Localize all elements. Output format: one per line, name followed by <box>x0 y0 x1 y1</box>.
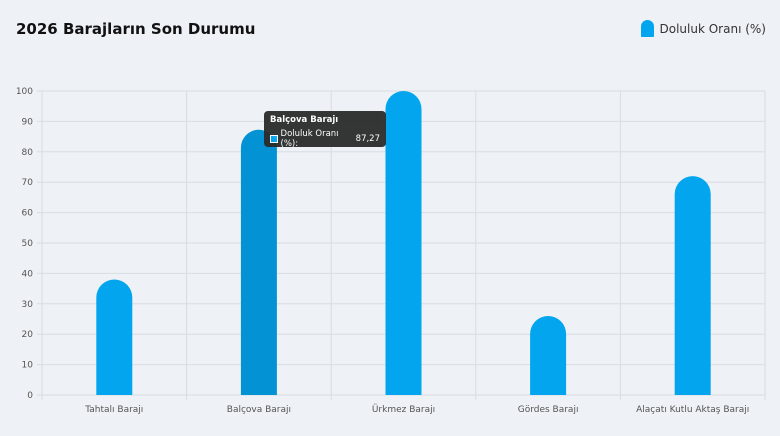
bar-chart: 0 10 20 30 40 50 60 70 80 90 100 Tahtalı Barajı Balç… <box>16 87 766 415</box>
y-tick-label: 100 <box>16 87 33 97</box>
y-tick-label: 80 <box>22 148 34 158</box>
y-tick-label: 40 <box>22 269 34 279</box>
bar-1[interactable] <box>96 279 133 395</box>
y-tick-label: 60 <box>22 209 34 219</box>
bar-tooltip: Balçova Barajı Doluluk Oranı (%): 87,27 <box>264 111 386 149</box>
y-tick-label: 30 <box>22 300 34 310</box>
bar-5[interactable] <box>674 176 711 395</box>
bar-4[interactable] <box>530 315 567 395</box>
x-category-label: Tahtalı Barajı <box>84 405 143 415</box>
tooltip-title: Balçova Barajı <box>270 115 339 125</box>
y-tick-label: 70 <box>22 178 34 188</box>
chart-page: 2026 Barajların Son Durumu Doluluk Oranı… <box>0 0 780 436</box>
y-tick-label: 20 <box>22 330 34 340</box>
y-tick-label: 50 <box>22 239 34 249</box>
y-tick-label: 90 <box>22 117 34 127</box>
x-category-label: Balçova Barajı <box>227 405 291 415</box>
tooltip-value: 87,27 <box>355 134 380 144</box>
bar-2[interactable] <box>240 129 277 395</box>
tooltip-swatch-icon <box>270 135 278 143</box>
x-category-label: Gördes Barajı <box>518 405 579 415</box>
tooltip-row: Doluluk Oranı (%): 87,27 <box>270 129 380 149</box>
tooltip-series-label: Doluluk Oranı (%): <box>280 129 339 149</box>
x-category-label: Alaçatı Kutlu Aktaş Barajı <box>636 405 749 415</box>
x-category-label: Ürkmez Barajı <box>372 404 435 415</box>
y-tick-label: 0 <box>27 391 33 401</box>
y-tick-label: 10 <box>22 361 34 371</box>
bar-3[interactable] <box>385 91 422 396</box>
